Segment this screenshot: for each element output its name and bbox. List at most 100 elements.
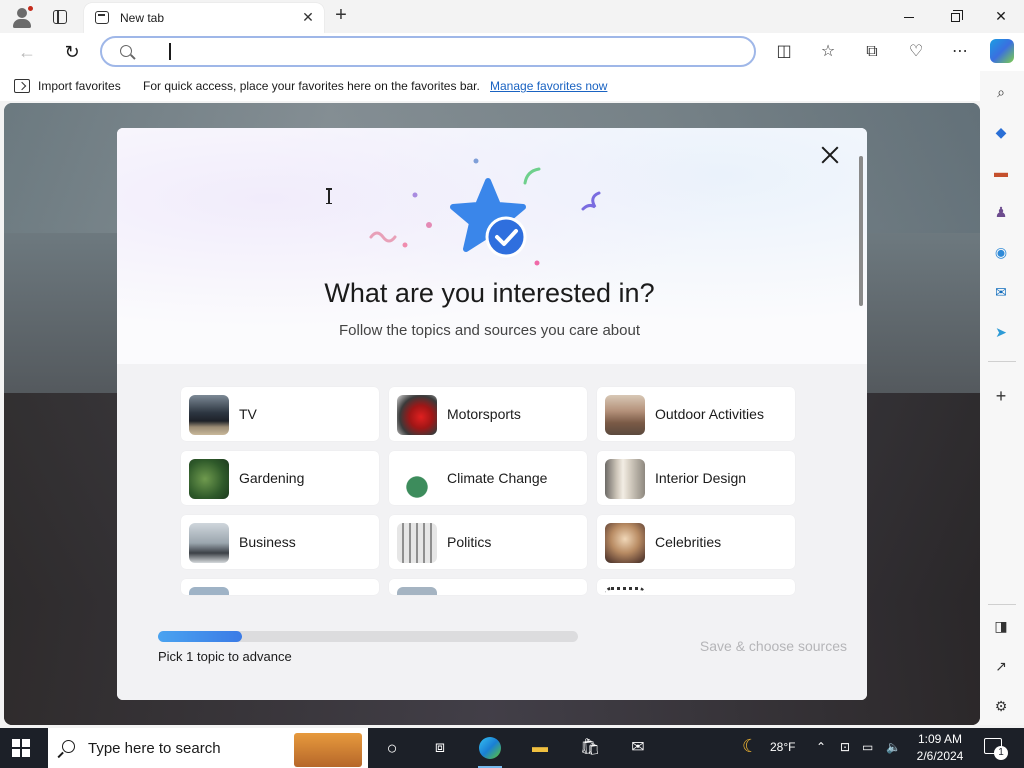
refresh-button[interactable]: ↻ bbox=[59, 39, 85, 65]
windows-start-button[interactable] bbox=[12, 739, 30, 757]
system-clock[interactable]: 1:09 AM 2/6/2024 bbox=[900, 731, 980, 765]
topic-label: Interior Design bbox=[655, 470, 747, 486]
split-screen-icon[interactable]: ◫ bbox=[773, 41, 795, 63]
microsoft-store-icon[interactable]: 🛍 bbox=[576, 734, 604, 762]
edge-sidebar: ⌕ ◆ ▬ ♟ ◉ ✉ ➤ + ◨ ↗ ⚙ bbox=[980, 71, 1024, 725]
tab-new-tab[interactable]: New tab ✕ bbox=[84, 3, 324, 33]
interior-thumbnail bbox=[605, 459, 645, 499]
save-choose-sources-button[interactable]: Save & choose sources bbox=[637, 638, 847, 658]
topic-label: Outdoor Activities bbox=[655, 406, 764, 422]
topic-card-motorsports[interactable]: Motorsports bbox=[389, 387, 587, 441]
sidebar-search-icon[interactable]: ⌕ bbox=[990, 81, 1012, 103]
gardening-thumbnail bbox=[189, 459, 229, 499]
text-cursor-icon bbox=[326, 188, 332, 204]
favorites-bar: Import favorites For quick access, place… bbox=[0, 71, 980, 101]
battery-icon[interactable]: ▭ bbox=[862, 740, 873, 754]
taskbar: Type here to search ○ ⧈ ▬ 🛍 ✉ ☾ 28°F ⌃ ⊡… bbox=[0, 728, 1024, 768]
tab-title: New tab bbox=[120, 11, 165, 25]
business-thumbnail bbox=[189, 523, 229, 563]
tab-actions-icon[interactable] bbox=[48, 6, 72, 28]
close-dialog-button[interactable] bbox=[817, 142, 843, 168]
taskbar-search-box[interactable]: Type here to search bbox=[48, 728, 368, 768]
sidebar-external-icon[interactable]: ↗ bbox=[990, 655, 1012, 677]
file-explorer-icon[interactable]: ▬ bbox=[526, 734, 554, 762]
topic-card-politics[interactable]: Politics bbox=[389, 515, 587, 569]
text-caret bbox=[169, 43, 171, 60]
new-tab-page-icon bbox=[95, 11, 109, 24]
search-icon bbox=[120, 45, 132, 57]
sidebar-games-icon[interactable]: ♟ bbox=[990, 201, 1012, 223]
dialog-subtitle: Follow the topics and sources you care a… bbox=[338, 322, 640, 339]
browser-essentials-icon[interactable]: ♡ bbox=[905, 41, 927, 63]
manage-favorites-link[interactable]: Manage favorites now bbox=[490, 79, 607, 93]
new-tab-button[interactable]: + bbox=[330, 5, 352, 27]
collections-icon[interactable]: ⧉ bbox=[861, 41, 883, 63]
progress-text: Pick 1 topic to advance bbox=[158, 649, 292, 664]
topic-card-climate-change[interactable]: Climate Change bbox=[389, 451, 587, 505]
favorites-hint: For quick access, place your favorites h… bbox=[143, 79, 480, 93]
topic-thumbnail-partial bbox=[605, 587, 645, 595]
close-window-button[interactable]: ✕ bbox=[978, 0, 1024, 32]
task-view-icon[interactable]: ⧈ bbox=[426, 734, 454, 762]
tv-thumbnail bbox=[189, 395, 229, 435]
import-favorites-icon[interactable] bbox=[14, 79, 30, 93]
clock-date: 2/6/2024 bbox=[916, 749, 964, 763]
volume-muted-icon[interactable]: 🔈 bbox=[886, 740, 901, 754]
topic-card-outdoor-activities[interactable]: Outdoor Activities bbox=[597, 387, 795, 441]
clock-time: 1:09 AM bbox=[917, 732, 963, 746]
search-highlight-icon[interactable] bbox=[294, 733, 362, 767]
topic-card-gardening[interactable]: Gardening bbox=[181, 451, 379, 505]
copilot-icon[interactable] bbox=[990, 39, 1014, 63]
sidebar-shopping-icon[interactable]: ◆ bbox=[990, 121, 1012, 143]
minimize-button[interactable] bbox=[886, 0, 932, 32]
sidebar-m365-icon[interactable]: ◉ bbox=[990, 241, 1012, 263]
address-input[interactable] bbox=[168, 43, 728, 61]
weather-temperature[interactable]: 28°F bbox=[770, 740, 795, 754]
sidebar-settings-icon[interactable]: ⚙ bbox=[990, 695, 1012, 717]
import-favorites-button[interactable]: Import favorites bbox=[38, 79, 121, 93]
cortana-icon[interactable]: ○ bbox=[378, 734, 406, 762]
show-hidden-icons-icon[interactable]: ⌃ bbox=[816, 740, 826, 754]
favorites-star-icon[interactable]: ☆ bbox=[817, 41, 839, 63]
topic-thumbnail-partial bbox=[397, 587, 437, 595]
dialog-title: What are you interested in? bbox=[324, 278, 655, 308]
edge-taskbar-icon[interactable] bbox=[476, 734, 504, 768]
sidebar-tools-icon[interactable]: ▬ bbox=[990, 161, 1012, 183]
topic-card-partial[interactable] bbox=[389, 579, 587, 595]
weather-moon-icon[interactable]: ☾ bbox=[742, 736, 758, 757]
politics-thumbnail bbox=[397, 523, 437, 563]
profile-icon[interactable] bbox=[10, 5, 34, 29]
topic-label: Business bbox=[239, 534, 296, 550]
topic-card-partial[interactable] bbox=[597, 579, 795, 595]
network-icon[interactable]: ⊡ bbox=[840, 740, 850, 754]
progress-fill bbox=[158, 631, 242, 642]
settings-more-icon[interactable]: ⋯ bbox=[949, 41, 971, 63]
back-button[interactable]: ← bbox=[14, 39, 40, 65]
topic-card-partial[interactable] bbox=[181, 579, 379, 595]
sidebar-divider bbox=[988, 604, 1016, 605]
search-icon bbox=[62, 740, 75, 753]
mail-icon[interactable]: ✉ bbox=[624, 734, 652, 762]
toolbar: ← ↻ ◫ ☆ ⧉ ♡ ⋯ bbox=[0, 33, 1024, 71]
notification-count: 1 bbox=[994, 746, 1008, 760]
topic-label: Celebrities bbox=[655, 534, 722, 550]
topic-card-business[interactable]: Business bbox=[181, 515, 379, 569]
topic-card-tv[interactable]: TV bbox=[181, 387, 379, 441]
sidebar-outlook-icon[interactable]: ✉ bbox=[990, 281, 1012, 303]
topic-card-celebrities[interactable]: Celebrities bbox=[597, 515, 795, 569]
topic-label: TV bbox=[239, 406, 257, 422]
sidebar-hide-icon[interactable]: ◨ bbox=[990, 615, 1012, 637]
topic-label: Politics bbox=[447, 534, 492, 550]
sidebar-drop-icon[interactable]: ➤ bbox=[990, 321, 1012, 343]
address-bar[interactable] bbox=[100, 36, 756, 67]
outdoor-thumbnail bbox=[605, 395, 645, 435]
title-bar: New tab ✕ + ✕ bbox=[0, 0, 1024, 33]
progress-bar bbox=[158, 631, 578, 642]
topic-label: Climate Change bbox=[447, 470, 548, 486]
restore-button[interactable] bbox=[932, 0, 978, 32]
star-check-illustration bbox=[369, 158, 601, 266]
topic-card-interior-design[interactable]: Interior Design bbox=[597, 451, 795, 505]
close-tab-icon[interactable]: ✕ bbox=[300, 9, 316, 25]
sidebar-add-icon[interactable]: + bbox=[990, 385, 1012, 407]
climate-thumbnail bbox=[397, 459, 437, 499]
